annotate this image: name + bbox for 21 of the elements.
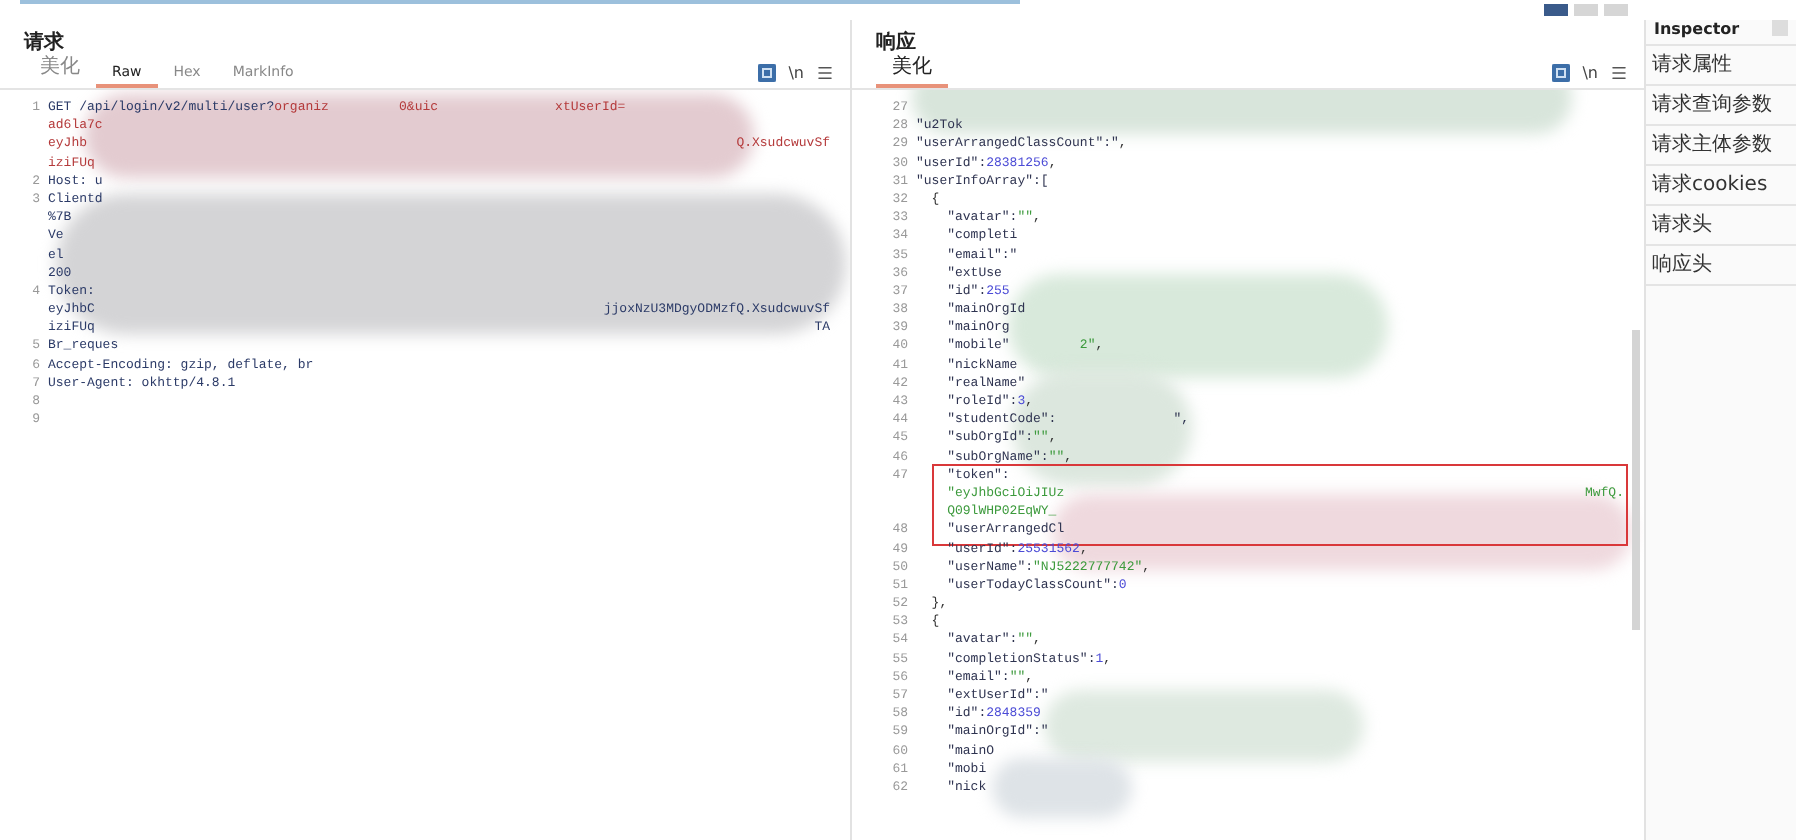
pretty-print-icon[interactable] [758,64,777,82]
panel-title: 响应 [876,28,916,55]
newline-toggle[interactable]: \n [1582,64,1598,82]
inspector-item[interactable]: 请求属性 [1646,46,1796,86]
inspector-item[interactable]: 请求头 [1646,206,1796,246]
pretty-print-icon[interactable] [1552,64,1571,82]
inspector-item[interactable]: 请求主体参数 [1646,126,1796,166]
inspector-item[interactable]: 请求查询参数 [1646,86,1796,126]
inspector-layout-button[interactable] [1772,20,1788,36]
menu-icon[interactable] [816,64,834,82]
menu-icon[interactable] [1610,64,1628,82]
tab[interactable]: 美化 [24,52,96,88]
panel-title: 请求 [24,29,64,55]
layout-button[interactable] [1574,4,1598,16]
inspector-title: Inspector [1654,19,1740,37]
scrollbar-thumb[interactable] [1632,330,1640,630]
inspector-item[interactable]: 请求cookies [1646,166,1796,206]
inspector-item[interactable]: 响应头 [1646,246,1796,286]
layout-button[interactable] [1544,4,1568,16]
newline-toggle[interactable]: \n [788,64,804,82]
layout-button[interactable] [1604,4,1628,16]
